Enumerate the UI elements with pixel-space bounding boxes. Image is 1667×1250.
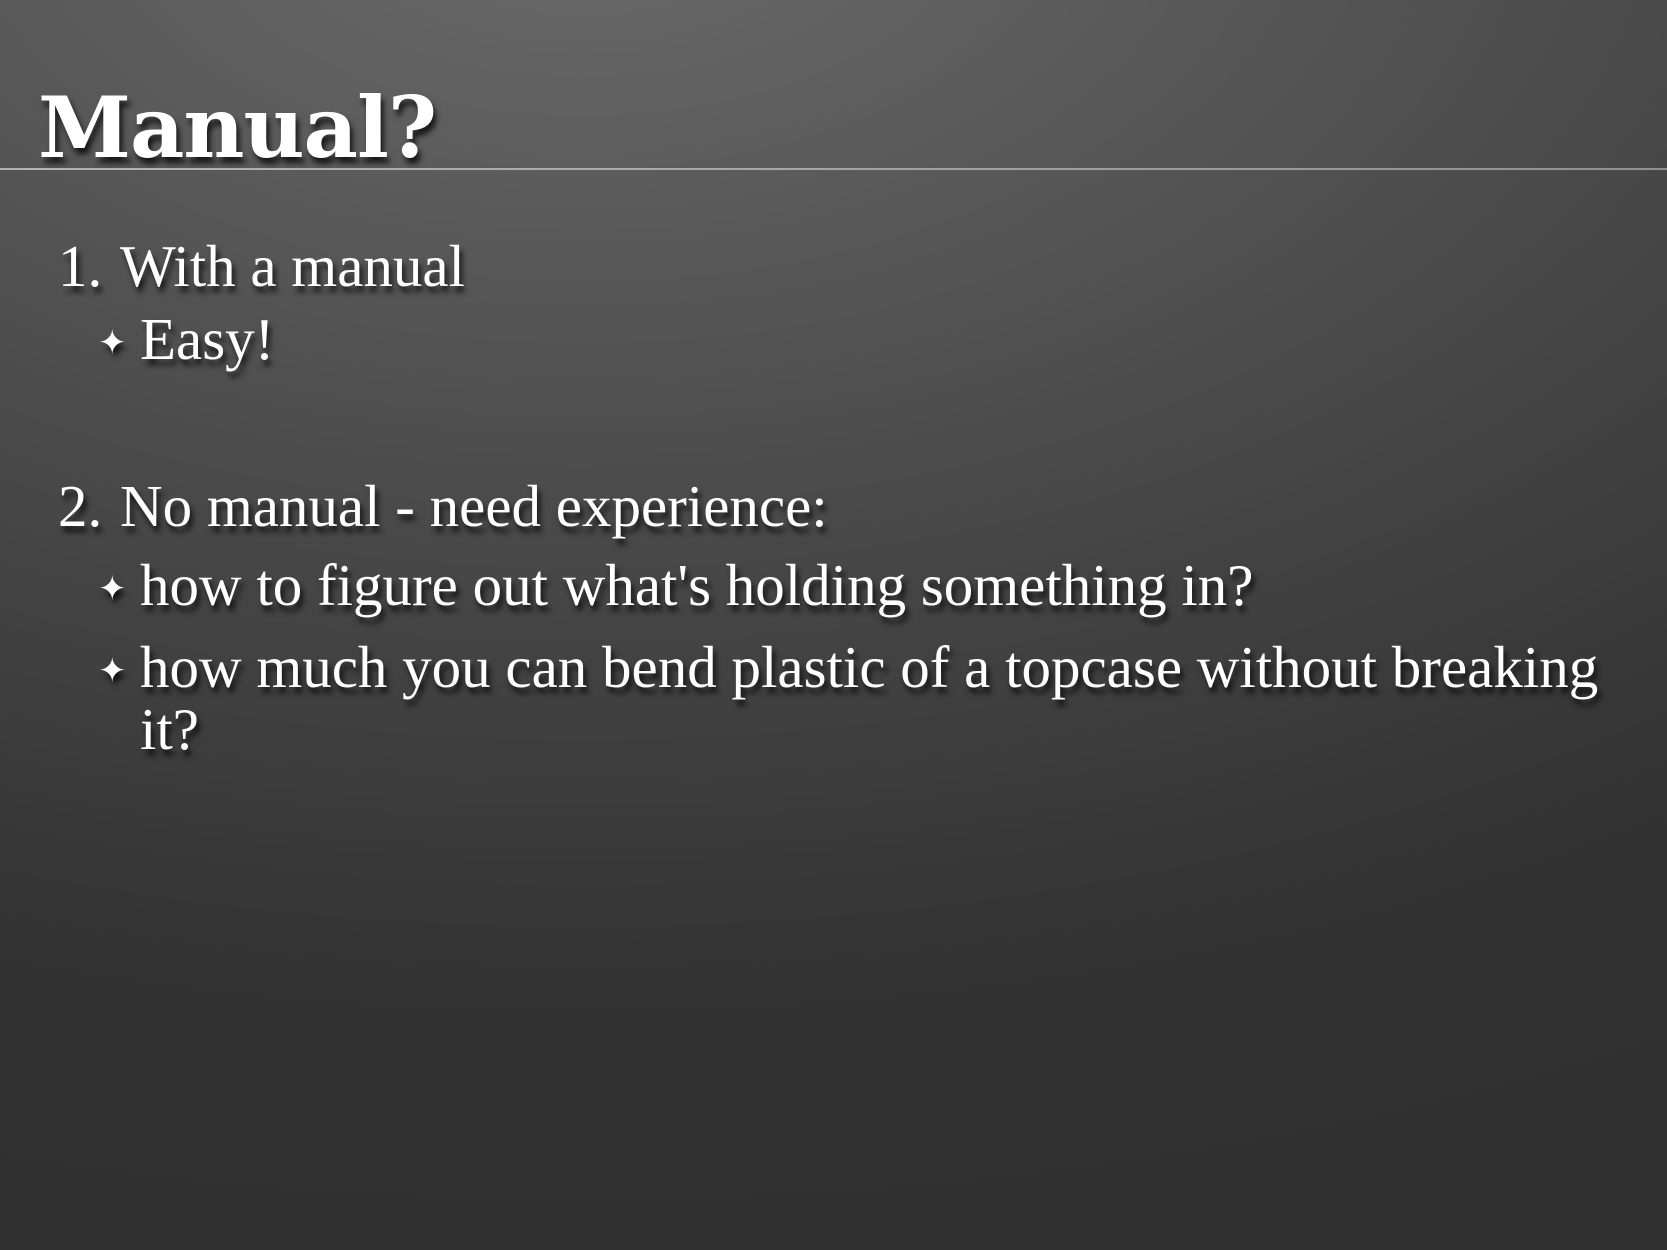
slide: Manual? 1. With a manual ✦ Easy! 2. No man… bbox=[0, 0, 1667, 1250]
four-pointed-star-icon: ✦ bbox=[98, 651, 127, 691]
bullet-item: ✦ Easy! bbox=[58, 308, 1618, 370]
bullet-text: Easy! bbox=[140, 306, 275, 372]
numbered-item-1: 1. With a manual bbox=[58, 226, 1618, 306]
slide-content: 1. With a manual ✦ Easy! 2. No manual - ne… bbox=[58, 226, 1618, 760]
numbered-item-2: 2. No manual - need experience: bbox=[58, 466, 1618, 546]
bullet-item: ✦ how much you can bend plastic of a top… bbox=[58, 636, 1618, 760]
bullet-text: how to figure out what's holding somethi… bbox=[140, 552, 1254, 618]
bullet-text: how much you can bend plastic of a topca… bbox=[140, 634, 1599, 762]
four-pointed-star-icon: ✦ bbox=[98, 569, 127, 609]
title-divider bbox=[0, 168, 1667, 170]
item-number: 1. bbox=[58, 233, 103, 299]
item-number: 2. bbox=[58, 473, 103, 539]
bullet-item: ✦ how to figure out what's holding somet… bbox=[58, 554, 1618, 616]
item-text: With a manual bbox=[120, 233, 465, 299]
slide-title: Manual? bbox=[38, 78, 437, 177]
item-text: No manual - need experience: bbox=[120, 473, 828, 539]
four-pointed-star-icon: ✦ bbox=[98, 323, 127, 363]
